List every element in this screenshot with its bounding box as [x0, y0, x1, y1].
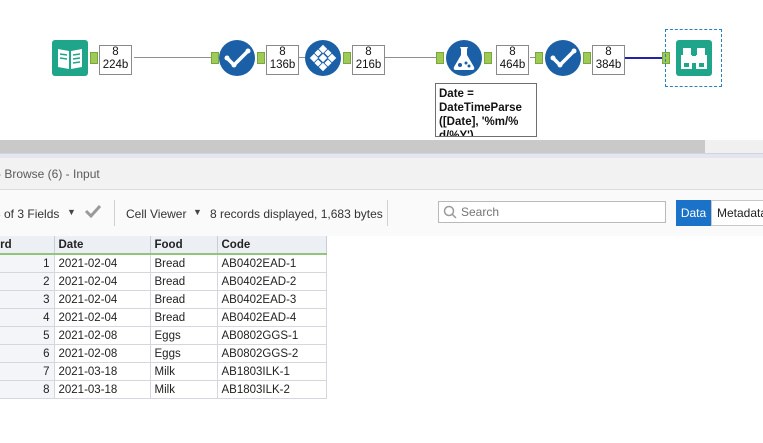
column-header-record[interactable]: Record [0, 236, 55, 255]
results-toolbar: 3 of 3 Fields ▼ Cell Viewer ▼ 8 records … [0, 190, 763, 236]
food-cell[interactable]: Bread [150, 308, 218, 327]
date-cell[interactable]: 2021-02-04 [54, 308, 151, 327]
food-cell[interactable]: Eggs [150, 344, 218, 363]
code-cell[interactable]: AB0402EAD-2 [217, 272, 327, 291]
date-cell[interactable]: 2021-02-08 [54, 344, 151, 363]
code-cell[interactable]: AB0402EAD-4 [217, 308, 327, 327]
workflow-canvas[interactable]: 8 224b 8 136b 8 216b 8 464b Date = DateT… [0, 0, 763, 140]
annotation-line: Date = [439, 88, 474, 100]
record-cell: 7 [0, 362, 55, 381]
record-count-badge: 8 136b [266, 45, 299, 75]
apply-checkmark-icon[interactable] [84, 203, 102, 222]
table-row[interactable]: 7 2021-03-18 Milk AB1803ILK-1 [0, 362, 327, 381]
output-anchor[interactable] [484, 52, 492, 64]
search-box[interactable] [438, 201, 666, 223]
date-cell[interactable]: 2021-02-04 [54, 290, 151, 309]
connection-wire [625, 57, 665, 59]
records-info: 8 records displayed, 1,683 bytes [210, 207, 383, 221]
code-cell[interactable]: AB1803ILK-1 [217, 362, 327, 381]
record-count-badge: 8 464b [496, 45, 529, 75]
scrollbar-thumb[interactable] [0, 140, 705, 153]
book-icon [52, 40, 88, 76]
output-anchor[interactable] [257, 52, 265, 64]
date-cell[interactable]: 2021-03-18 [54, 362, 151, 381]
output-anchor[interactable] [90, 52, 98, 64]
tab-data[interactable]: Data [676, 200, 711, 226]
record-cell: 4 [0, 308, 55, 327]
sample-tool[interactable] [305, 40, 341, 76]
checkmark-icon [545, 40, 581, 76]
input-tool[interactable] [52, 40, 88, 76]
formula-annotation[interactable]: Date = DateTimeParse ([Date], '%m/% d/%Y… [435, 83, 537, 137]
record-count-badge: 8 224b [99, 45, 132, 75]
record-cell: 3 [0, 290, 55, 309]
food-cell[interactable]: Milk [150, 380, 218, 399]
table-row[interactable]: 3 2021-02-04 Bread AB0402EAD-3 [0, 290, 327, 309]
table-row[interactable]: 4 2021-02-04 Bread AB0402EAD-4 [0, 308, 327, 327]
table-row[interactable]: 1 2021-02-04 Bread AB0402EAD-1 [0, 254, 327, 273]
cell-viewer-chevron-icon[interactable]: ▼ [193, 207, 202, 217]
output-anchor[interactable] [343, 52, 351, 64]
date-cell[interactable]: 2021-02-04 [54, 272, 151, 291]
date-cell[interactable]: 2021-03-18 [54, 380, 151, 399]
connection-wire [383, 57, 438, 58]
select-tool-2[interactable] [545, 40, 581, 76]
annotation-line: ([Date], '%m/% [439, 116, 519, 128]
fields-dropdown[interactable]: 3 of 3 Fields [0, 207, 59, 221]
record-count-badge: 8 384b [592, 45, 625, 75]
record-count-badge: 8 216b [352, 45, 385, 75]
toolbar-divider [387, 200, 388, 226]
food-cell[interactable]: Milk [150, 362, 218, 381]
column-header-date[interactable]: Date [54, 236, 151, 255]
input-anchor[interactable] [211, 52, 219, 64]
output-anchor[interactable] [583, 52, 591, 64]
canvas-horizontal-scrollbar[interactable] [0, 140, 763, 153]
column-header-food[interactable]: Food [150, 236, 218, 255]
input-anchor[interactable] [436, 52, 444, 64]
date-cell[interactable]: 2021-02-08 [54, 326, 151, 345]
code-cell[interactable]: AB1803ILK-2 [217, 380, 327, 399]
code-cell[interactable]: AB0802GGS-1 [217, 326, 327, 345]
column-header-code[interactable]: Code [217, 236, 327, 255]
table-row[interactable]: 6 2021-02-08 Eggs AB0802GGS-2 [0, 344, 327, 363]
flask-icon [446, 40, 482, 76]
record-cell: 5 [0, 326, 55, 345]
code-cell[interactable]: AB0802GGS-2 [217, 344, 327, 363]
formula-tool[interactable] [446, 40, 482, 76]
table-row[interactable]: 8 2021-03-18 Milk AB1803ILK-2 [0, 380, 327, 399]
checkmark-icon [219, 40, 255, 76]
diamond-grid-icon [305, 40, 341, 76]
select-tool-1[interactable] [219, 40, 255, 76]
annotation-line: DateTimeParse [439, 102, 522, 114]
binoculars-icon [676, 40, 712, 76]
record-cell: 1 [0, 254, 55, 273]
annotation-line: d/%Y') [439, 130, 474, 137]
search-icon [443, 205, 457, 222]
browse-tool-selection[interactable] [665, 29, 722, 87]
input-anchor[interactable] [535, 52, 543, 64]
food-cell[interactable]: Bread [150, 290, 218, 309]
record-cell: 2 [0, 272, 55, 291]
toolbar-divider [114, 200, 115, 226]
results-title-bar: - Browse (6) - Input [0, 158, 763, 190]
tab-metadata[interactable]: Metadata [711, 200, 763, 226]
results-grid[interactable]: Record Date Food Code 1 2021-02-04 Bread… [0, 236, 327, 399]
cell-viewer-button[interactable]: Cell Viewer [126, 207, 186, 221]
food-cell[interactable]: Bread [150, 272, 218, 291]
code-cell[interactable]: AB0402EAD-3 [217, 290, 327, 309]
food-cell[interactable]: Bread [150, 254, 218, 273]
table-row[interactable]: 5 2021-02-08 Eggs AB0802GGS-1 [0, 326, 327, 345]
code-cell[interactable]: AB0402EAD-1 [217, 254, 327, 273]
fields-dropdown-chevron-icon[interactable]: ▼ [67, 207, 76, 217]
grid-header-row: Record Date Food Code [0, 236, 327, 255]
connection-wire [134, 57, 214, 58]
food-cell[interactable]: Eggs [150, 326, 218, 345]
results-title: - Browse (6) - Input [0, 167, 100, 181]
search-input[interactable] [461, 204, 661, 220]
record-cell: 8 [0, 380, 55, 399]
browse-tool[interactable] [676, 40, 712, 76]
record-cell: 6 [0, 344, 55, 363]
table-row[interactable]: 2 2021-02-04 Bread AB0402EAD-2 [0, 272, 327, 291]
date-cell[interactable]: 2021-02-04 [54, 254, 151, 273]
